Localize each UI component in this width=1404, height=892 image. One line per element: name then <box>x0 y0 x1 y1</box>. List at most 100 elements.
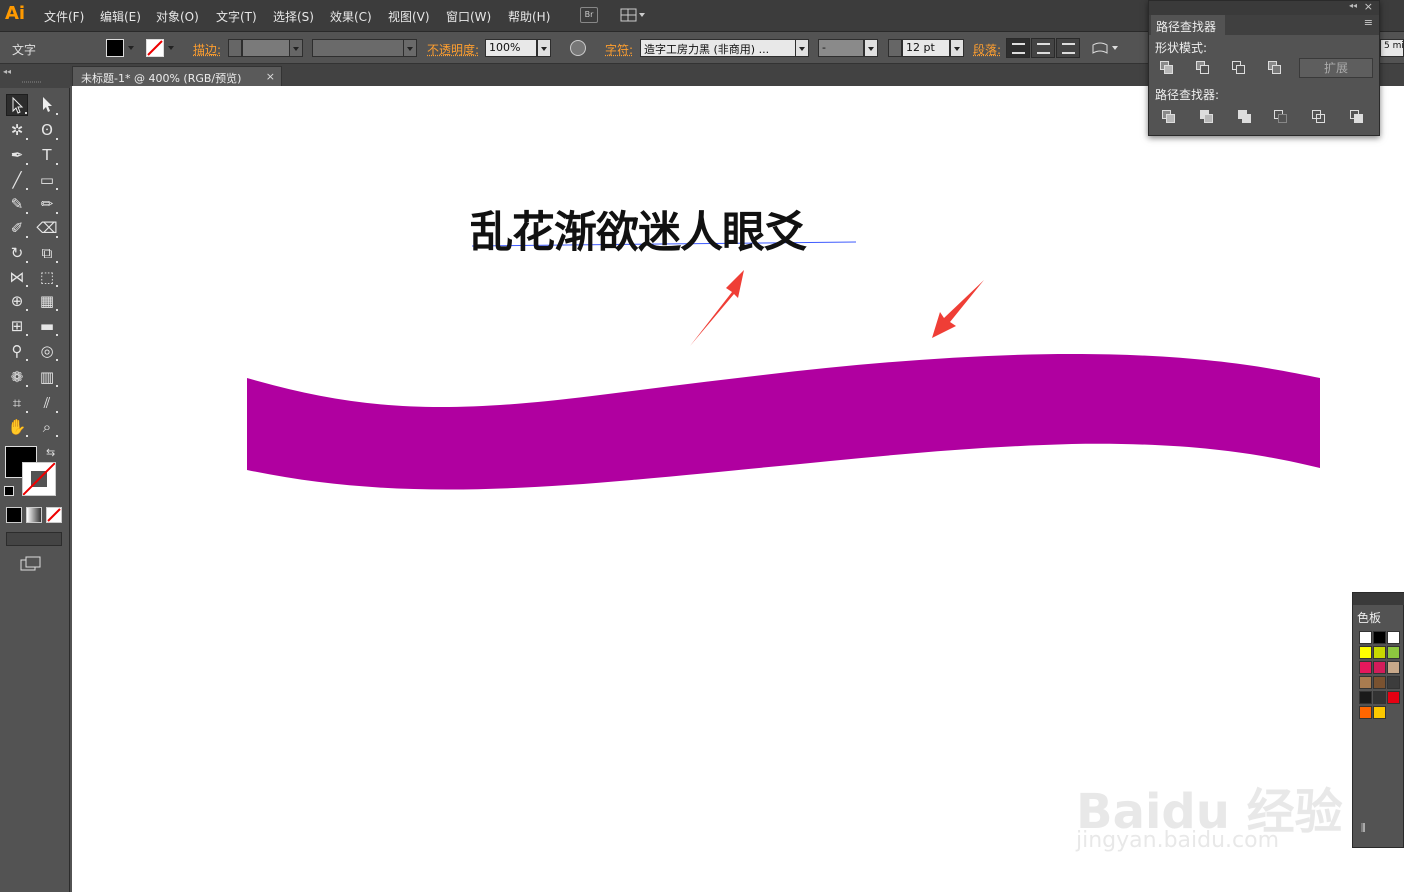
blend-tool-icon[interactable]: ◎ <box>36 340 58 362</box>
stroke-dropdown-icon[interactable] <box>165 39 179 57</box>
pen-tool-icon[interactable]: ✒ <box>6 144 28 166</box>
merge-icon[interactable] <box>1237 109 1253 125</box>
swatch-chip[interactable] <box>1373 691 1386 704</box>
character-label[interactable]: 字符: <box>605 41 633 58</box>
swatch-chip[interactable] <box>1387 676 1400 689</box>
default-fill-stroke-icon[interactable] <box>4 486 14 496</box>
lasso-tool-icon[interactable]: ʘ <box>36 119 58 141</box>
gradient-mode-button[interactable] <box>26 507 42 523</box>
perspective-grid-tool-icon[interactable]: ▦ <box>36 290 58 312</box>
magic-wand-tool-icon[interactable]: ✲ <box>6 119 28 141</box>
minus-front-icon[interactable] <box>1195 60 1211 76</box>
extra-field[interactable]: 5 mi <box>1380 39 1404 57</box>
scale-tool-icon[interactable]: ⧉ <box>36 242 58 264</box>
symbol-sprayer-tool-icon[interactable]: ❁ <box>6 366 28 388</box>
column-graph-tool-icon[interactable]: ▥ <box>36 366 58 388</box>
menu-file[interactable]: 文件(F) <box>44 8 84 25</box>
menu-edit[interactable]: 编辑(E) <box>100 8 141 25</box>
direct-selection-tool-icon[interactable] <box>36 94 58 116</box>
swatches-titlebar[interactable] <box>1353 593 1404 605</box>
blob-brush-tool-icon[interactable]: ✐ <box>6 217 28 239</box>
envelope-warp-icon[interactable] <box>1092 41 1118 55</box>
menu-select[interactable]: 选择(S) <box>273 8 314 25</box>
align-right-button[interactable] <box>1056 38 1080 58</box>
none-mode-button[interactable] <box>46 507 62 523</box>
selection-tool-icon[interactable] <box>6 94 28 116</box>
expand-button[interactable]: 扩展 <box>1299 58 1373 78</box>
width-tool-icon[interactable]: ⋈ <box>6 266 28 288</box>
swatch-library-icon[interactable]: ⫼ <box>1361 823 1366 834</box>
artboard-tool-icon[interactable]: ⌗ <box>6 392 28 414</box>
workspace-switcher-icon[interactable] <box>620 7 645 23</box>
toolbox-header[interactable]: ◂◂ <box>0 64 70 88</box>
line-segment-tool-icon[interactable]: ╱ <box>6 169 28 191</box>
stroke-label[interactable]: 描边: <box>193 41 221 58</box>
slice-tool-icon[interactable]: ⫽ <box>36 392 58 414</box>
font-style-dropdown-icon[interactable] <box>864 39 878 57</box>
swatch-chip[interactable] <box>1359 646 1372 659</box>
menu-window[interactable]: 窗口(W) <box>446 8 491 25</box>
fill-dropdown-icon[interactable] <box>125 39 139 57</box>
swatch-chip[interactable] <box>1373 706 1386 719</box>
swatch-chip[interactable] <box>1359 676 1372 689</box>
bridge-button[interactable]: Br <box>580 7 598 23</box>
swatch-chip[interactable] <box>1373 646 1386 659</box>
swatch-chip[interactable] <box>1373 676 1386 689</box>
rectangle-tool-icon[interactable]: ▭ <box>36 169 58 191</box>
rotate-tool-icon[interactable]: ↻ <box>6 242 28 264</box>
fill-color-button[interactable] <box>106 39 124 57</box>
font-family-field[interactable]: 造字工房力黑 (非商用) ... <box>640 39 796 57</box>
pathfinder-tab[interactable]: 路径查找器 <box>1151 15 1225 35</box>
minus-back-icon[interactable] <box>1349 109 1365 125</box>
panel-menu-icon[interactable]: ≡ <box>1364 16 1373 29</box>
swatch-chip[interactable] <box>1387 691 1400 704</box>
trim-icon[interactable] <box>1199 109 1215 125</box>
stroke-weight-dropdown-icon[interactable] <box>289 39 303 57</box>
swatch-chip[interactable] <box>1387 661 1400 674</box>
panel-titlebar[interactable]: ◂◂ × <box>1149 0 1379 15</box>
color-mode-button[interactable] <box>6 507 22 523</box>
free-transform-tool-icon[interactable]: ⬚ <box>36 266 58 288</box>
opacity-field[interactable]: 100% <box>485 39 537 57</box>
stroke-color-button[interactable] <box>146 39 164 57</box>
menu-effect[interactable]: 效果(C) <box>330 8 372 25</box>
menu-help[interactable]: 帮助(H) <box>508 8 550 25</box>
swatch-chip[interactable] <box>1359 661 1372 674</box>
swatch-chip[interactable] <box>1373 631 1386 644</box>
drawing-modes-icon[interactable] <box>6 532 62 546</box>
variable-width-profile[interactable] <box>312 39 404 57</box>
zoom-tool-icon[interactable]: ⌕ <box>36 416 58 438</box>
align-center-button[interactable] <box>1031 38 1055 58</box>
document-tab[interactable]: 未标题-1* @ 400% (RGB/预览) × <box>72 66 282 86</box>
unite-icon[interactable] <box>1159 60 1175 76</box>
opacity-label[interactable]: 不透明度: <box>427 41 479 58</box>
outline-icon[interactable] <box>1311 109 1327 125</box>
swap-fill-stroke-icon[interactable]: ⇆ <box>46 446 55 459</box>
swatch-chip[interactable] <box>1359 706 1372 719</box>
shape-builder-tool-icon[interactable]: ⊕ <box>6 290 28 312</box>
opacity-dropdown-icon[interactable] <box>537 39 551 57</box>
align-left-button[interactable] <box>1006 38 1030 58</box>
eraser-tool-icon[interactable]: ⌫ <box>36 217 58 239</box>
paragraph-label[interactable]: 段落: <box>973 41 1001 58</box>
swatch-chip[interactable] <box>1387 631 1400 644</box>
font-style-field[interactable]: - <box>818 39 864 57</box>
screen-mode-icon[interactable] <box>20 556 42 572</box>
eyedropper-tool-icon[interactable]: ⚲ <box>6 340 28 362</box>
artboard-canvas[interactable]: 乱花渐欲迷人眼爻 Baidu 经验 jingyan.baidu.com <box>72 86 1404 892</box>
intersect-icon[interactable] <box>1231 60 1247 76</box>
font-size-dropdown-icon[interactable] <box>950 39 964 57</box>
swatch-chip[interactable] <box>1387 646 1400 659</box>
pencil-tool-icon[interactable]: ✏ <box>36 193 58 215</box>
recolor-artwork-icon[interactable] <box>570 40 586 56</box>
swatch-chip[interactable] <box>1359 691 1372 704</box>
font-size-stepper[interactable] <box>888 39 902 57</box>
menu-type[interactable]: 文字(T) <box>216 8 257 25</box>
profile-dropdown-icon[interactable] <box>403 39 417 57</box>
crop-icon[interactable] <box>1273 109 1289 125</box>
menu-object[interactable]: 对象(O) <box>156 8 199 25</box>
exclude-icon[interactable] <box>1267 60 1283 76</box>
mesh-tool-icon[interactable]: ⊞ <box>6 315 28 337</box>
font-size-field[interactable]: 12 pt <box>902 39 950 57</box>
close-tab-icon[interactable]: × <box>266 70 275 83</box>
